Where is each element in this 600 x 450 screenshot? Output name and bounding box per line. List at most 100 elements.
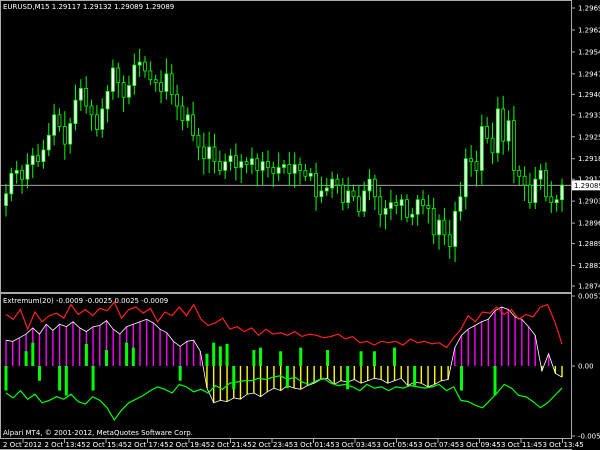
- signal-spike: [212, 342, 216, 366]
- candle-body: [351, 190, 356, 198]
- time-tick-label: 2 Oct 15:45: [86, 441, 127, 449]
- candle-body: [282, 164, 286, 168]
- candle-body: [212, 146, 217, 163]
- candle-body: [447, 234, 452, 247]
- candle-body: [116, 67, 121, 84]
- candle-body: [314, 172, 318, 198]
- candle-body: [244, 161, 249, 165]
- time-tick-label: 3 Oct 11:45: [501, 441, 542, 449]
- price-tick-label: 1.29180: [578, 155, 600, 163]
- candle-body: [62, 126, 67, 145]
- candle-body: [127, 85, 131, 98]
- candle-body: [137, 61, 142, 66]
- current-price-label: 1.29089: [574, 182, 600, 190]
- signal-spike: [84, 343, 88, 366]
- candle-body: [463, 158, 468, 198]
- signal-spike: [232, 366, 236, 390]
- candle-body: [544, 170, 548, 198]
- candle-body: [196, 134, 201, 148]
- candle-body: [30, 155, 35, 165]
- signal-spike: [37, 366, 41, 381]
- price-tick-label: 1.29620: [578, 26, 600, 34]
- candle-body: [453, 210, 457, 247]
- signal-spike: [413, 366, 417, 386]
- candle-body: [20, 170, 24, 180]
- price-tick-label: 1.29330: [578, 111, 600, 119]
- candle-body: [319, 190, 324, 198]
- price-tick-label: 1.28815: [578, 262, 600, 270]
- candle-body: [437, 219, 441, 236]
- price-tick-label: 1.28960: [578, 220, 600, 228]
- candle-body: [4, 193, 8, 206]
- signal-spike: [125, 342, 129, 366]
- candle-body: [207, 146, 212, 160]
- candle-body: [442, 219, 447, 236]
- candlestick-series: [4, 48, 564, 263]
- price-tick-label: 1.29255: [578, 133, 600, 141]
- candle-body: [233, 155, 238, 168]
- time-tick-label: 3 Oct 13:45: [543, 441, 584, 449]
- lower-extremum-line: [5, 375, 563, 422]
- candle-body: [175, 93, 179, 107]
- trading-chart[interactable]: 1.29695 1.29620 1.29545 1.29470 1.29400 1.293…: [0, 0, 600, 450]
- candle-body: [458, 196, 463, 212]
- candle-body: [394, 202, 399, 206]
- indicator-tick-label: 0.0057: [578, 293, 600, 301]
- candle-body: [292, 164, 297, 174]
- upper-extremum-line: [5, 300, 563, 349]
- signal-spike: [58, 366, 62, 391]
- candle-body: [52, 114, 57, 136]
- signal-spike: [225, 343, 229, 366]
- candle-body: [217, 161, 222, 171]
- candle-body: [94, 114, 99, 130]
- price-tick-label: 1.29545: [578, 48, 600, 56]
- signal-spike: [218, 346, 222, 366]
- time-tick-label: 3 Oct 07:45: [418, 441, 459, 449]
- candle-body: [111, 67, 115, 92]
- candle-body: [308, 172, 313, 177]
- main-title: EURUSD,M15 1.29117 1.29132 1.29089 1.290…: [3, 3, 174, 11]
- candle-body: [25, 164, 30, 180]
- candle-body: [78, 88, 83, 101]
- candle-body: [287, 164, 292, 174]
- indicator-title: Extremum(20) -0.0009 -0.0025 0.0025 -0.0…: [3, 297, 168, 305]
- candle-body: [479, 126, 484, 171]
- candle-body: [68, 123, 73, 145]
- candle-body: [260, 161, 265, 171]
- candle-body: [469, 158, 474, 163]
- candle-body: [511, 120, 516, 171]
- time-tick-label: 2 Oct 21:45: [211, 441, 252, 449]
- candle-body: [271, 167, 276, 174]
- candle-body: [148, 70, 153, 81]
- candle-body: [378, 196, 383, 215]
- time-tick-label: 3 Oct 09:45: [460, 441, 501, 449]
- candle-body: [100, 108, 105, 130]
- candle-body: [303, 170, 308, 177]
- candle-body: [84, 88, 89, 107]
- price-tick-label: 1.28745: [578, 283, 600, 291]
- candle-body: [362, 190, 367, 212]
- candle-body: [330, 178, 335, 189]
- time-tick-label: 3 Oct 05:45: [377, 441, 418, 449]
- price-tick-label: 1.29400: [578, 91, 600, 99]
- candle-body: [255, 158, 260, 171]
- candle-body: [340, 184, 345, 203]
- candle-body: [533, 178, 538, 203]
- price-axis: 1.29695 1.29620 1.29545 1.29470 1.29400 1.293…: [0, 5, 600, 291]
- indicator-axis: 0.0057 0.00 -0.0057: [571, 293, 600, 441]
- candle-body: [538, 170, 543, 180]
- candle-body: [228, 155, 233, 163]
- candle-body: [298, 164, 302, 171]
- candle-body: [415, 199, 420, 215]
- candle-body: [46, 134, 51, 151]
- signal-spike: [178, 366, 182, 381]
- candle-body: [324, 187, 329, 192]
- candle-body: [356, 196, 361, 212]
- time-tick-label: 2 Oct 17:45: [128, 441, 169, 449]
- copyright-text: Alpari MT4, © 2001-2012, MetaQuotes Soft…: [3, 429, 193, 437]
- candle-body: [105, 91, 110, 110]
- candle-body: [522, 175, 527, 186]
- candle-body: [528, 184, 532, 203]
- indicator-tick-label: 0.00: [578, 363, 594, 371]
- candle-body: [421, 199, 425, 206]
